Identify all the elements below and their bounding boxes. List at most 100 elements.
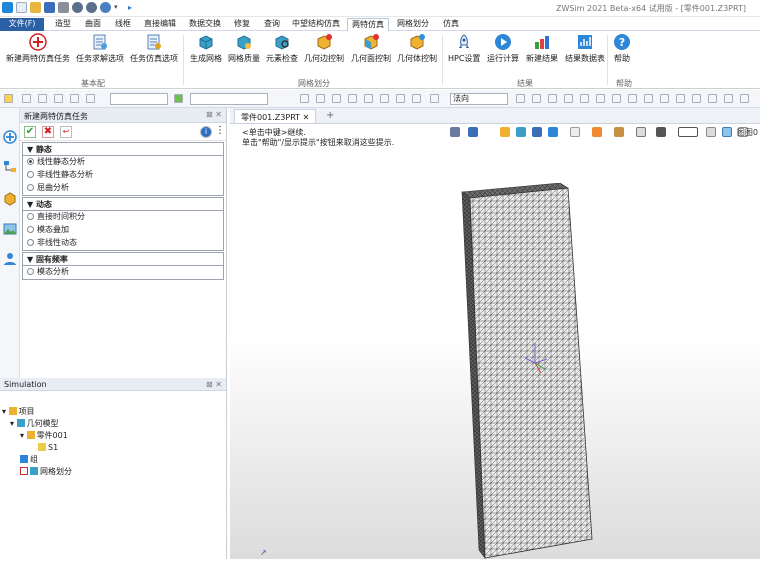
run-arrow-icon[interactable]: ▸ [128, 2, 139, 13]
graphics-viewport[interactable]: 零件001.Z3PRT ✕ + <单击中键>继续. 单击"帮助"/显示提示"按钮… [230, 108, 760, 559]
menu-structural-sim[interactable]: 中望结构仿真 [289, 18, 343, 31]
settings-gear-icon[interactable] [100, 2, 111, 13]
view-tool-icon[interactable] [500, 127, 510, 137]
body-icon[interactable] [412, 94, 421, 103]
meshed-part-model[interactable] [455, 183, 610, 561]
solve-options-button[interactable]: 任务求解选项 [76, 33, 124, 64]
tool-h-icon[interactable] [628, 94, 637, 103]
arc-icon[interactable] [364, 94, 373, 103]
option-linear-static[interactable]: 线性静态分析 [23, 156, 223, 169]
menu-wireframe[interactable]: 线框 [110, 18, 136, 31]
curve-icon[interactable] [348, 94, 357, 103]
view-tool-icon[interactable] [636, 127, 646, 137]
tool-o-icon[interactable] [740, 94, 749, 103]
tool-i-icon[interactable] [644, 94, 653, 103]
help-button[interactable]: ? 帮助 [613, 33, 631, 64]
line-icon[interactable] [332, 94, 341, 103]
sim-options-button[interactable]: 任务仿真选项 [130, 33, 178, 64]
redo-icon[interactable] [86, 2, 97, 13]
tool-c-icon[interactable] [548, 94, 557, 103]
apply-icon[interactable]: ↩ [60, 126, 72, 138]
menu-data-exchange[interactable]: 数据交换 [185, 18, 225, 31]
tab-part001[interactable]: 零件001.Z3PRT ✕ [234, 109, 317, 123]
tree-node-group[interactable]: 组 [20, 454, 38, 465]
body-control-button[interactable]: 几何体控制 [397, 33, 437, 64]
save-icon[interactable] [44, 2, 55, 13]
zoom-plus-icon[interactable] [54, 94, 63, 103]
menu-file[interactable]: 文件(F) [0, 18, 44, 31]
tree-node-part[interactable]: ▾ 零件001 [20, 430, 68, 441]
section-header[interactable]: ▼ 固有频率 [23, 253, 223, 266]
view-tool-icon[interactable] [468, 127, 478, 137]
section-header[interactable]: ▼ 静态 [23, 143, 223, 156]
menu-repair[interactable]: 修复 [229, 18, 255, 31]
user-icon[interactable] [3, 252, 17, 266]
tool-b-icon[interactable] [532, 94, 541, 103]
direction-select[interactable]: 法向 [450, 93, 508, 105]
option-nonlinear-dynamic[interactable]: 非线性动态 [23, 237, 223, 250]
menu-simulation[interactable]: 仿真 [438, 18, 464, 31]
result-table-button[interactable]: 结果数据表 [565, 33, 605, 64]
tool-m-icon[interactable] [708, 94, 717, 103]
tool-e-icon[interactable] [580, 94, 589, 103]
panel-close-icon[interactable]: ⊠ ✕ [206, 380, 222, 389]
menu-surface[interactable]: 曲面 [80, 18, 106, 31]
point-icon[interactable] [316, 94, 325, 103]
part-front-face[interactable] [469, 187, 593, 559]
view-tool-icon[interactable] [516, 127, 526, 137]
new-task-button[interactable]: 新建两特仿真任务 [6, 33, 70, 64]
part-cube-icon[interactable] [3, 192, 17, 206]
tree-node-project[interactable]: ▾ 项目 [2, 406, 35, 417]
option-modal-superposition[interactable]: 模态叠加 [23, 224, 223, 237]
clock-icon[interactable] [430, 94, 439, 103]
image-icon[interactable] [3, 222, 17, 236]
option-modal[interactable]: 模态分析 [23, 266, 223, 279]
option-direct-time[interactable]: 直接时间积分 [23, 211, 223, 224]
tool-j-icon[interactable] [660, 94, 669, 103]
menu-direct-edit[interactable]: 直接编辑 [140, 18, 180, 31]
new-tab-icon[interactable]: + [326, 110, 334, 121]
view-tool-icon[interactable] [548, 127, 558, 137]
view-tool-icon[interactable] [614, 127, 624, 137]
radio-button[interactable] [27, 184, 34, 191]
view-tool-icon[interactable] [722, 127, 732, 137]
view-tool-icon[interactable] [532, 127, 542, 137]
new-result-button[interactable]: 新建结果 [526, 33, 558, 64]
arrow-forward-icon[interactable] [38, 94, 47, 103]
menu-meshing[interactable]: 网格划分 [393, 18, 433, 31]
filter-select[interactable] [110, 93, 168, 105]
circle-icon[interactable] [380, 94, 389, 103]
tool-a-icon[interactable] [516, 94, 525, 103]
face-icon[interactable] [396, 94, 405, 103]
run-calc-button[interactable]: 运行计算 [487, 33, 519, 64]
mode-select[interactable] [190, 93, 268, 105]
radio-button[interactable] [27, 171, 34, 178]
menu-query[interactable]: 查询 [259, 18, 285, 31]
open-folder-icon[interactable] [30, 2, 41, 13]
undo-icon[interactable] [72, 2, 83, 13]
cancel-x-icon[interactable]: ✖ [42, 126, 54, 138]
tool-d-icon[interactable] [564, 94, 573, 103]
add-task-icon[interactable] [3, 130, 17, 144]
assembly-tree-icon[interactable] [3, 160, 17, 174]
view-tool-icon[interactable] [592, 127, 602, 137]
info-icon[interactable]: i [200, 126, 212, 138]
radio-button[interactable] [27, 239, 34, 246]
view-tool-icon[interactable] [678, 127, 698, 137]
checkbox-icon[interactable] [20, 467, 28, 475]
radio-button[interactable] [27, 226, 34, 233]
dropdown-arrow-icon[interactable]: ▾ [114, 2, 125, 13]
tree-node-geometry[interactable]: ▾ 几何模型 [10, 418, 59, 429]
mesh-quality-button[interactable]: 网格质量 [228, 33, 260, 64]
tree-node-body[interactable]: S1 [38, 442, 58, 453]
select-pointer-icon[interactable] [4, 94, 13, 103]
tree-node-mesh[interactable]: 网格划分 [20, 466, 72, 477]
radio-button[interactable] [27, 213, 34, 220]
tool-k-icon[interactable] [676, 94, 685, 103]
confirm-check-icon[interactable]: ✔ [24, 126, 36, 138]
element-check-button[interactable]: 元素检查 [266, 33, 298, 64]
panel-close-icon[interactable]: ⊠ ✕ [206, 110, 222, 119]
fit-icon[interactable] [70, 94, 79, 103]
edge-control-button[interactable]: 几何边控制 [304, 33, 344, 64]
view-tool-icon[interactable] [450, 127, 460, 137]
